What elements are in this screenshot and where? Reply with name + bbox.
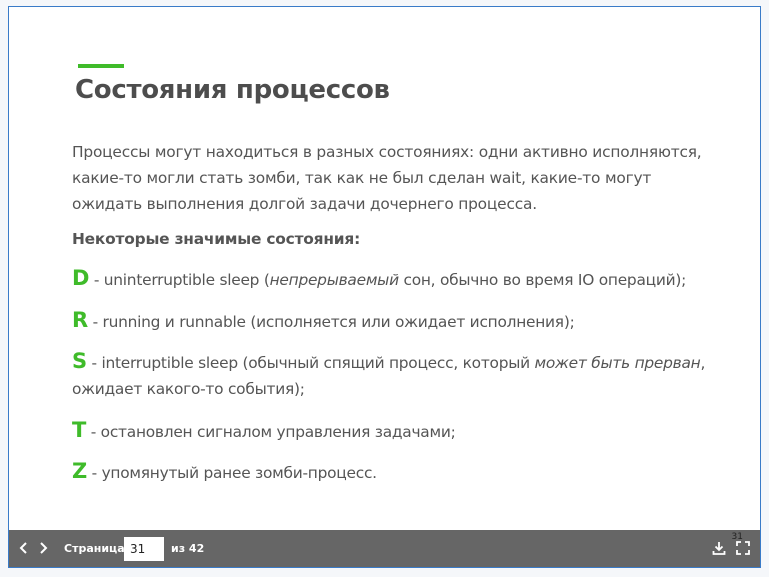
state-text: - uninterruptible sleep ( (89, 271, 270, 289)
state-letter: Z (72, 459, 87, 483)
state-letter: D (72, 266, 90, 290)
download-icon[interactable] (711, 540, 727, 556)
state-z: Z - упомянутый ранее зомби-процесс. (72, 458, 732, 486)
state-t: T - остановлен сигналом управления задач… (72, 417, 732, 445)
state-s: S - interruptible sleep (обычный спящий … (72, 348, 732, 402)
state-italic: может быть прерван (534, 354, 701, 372)
presentation-viewer: Состояния процессов Процессы могут наход… (8, 6, 761, 568)
state-text: - упомянутый ранее зомби-процесс. (86, 464, 377, 482)
slide-title: Состояния процессов (75, 75, 390, 105)
intro-paragraph: Процессы могут находиться в разных состо… (72, 143, 702, 213)
title-accent-line (78, 64, 124, 68)
state-letter: T (72, 418, 87, 442)
state-italic: непрерываемый (269, 271, 400, 289)
state-letter: R (72, 308, 88, 332)
state-letter: S (72, 349, 87, 373)
states-subheading: Некоторые значимые состояния: (72, 230, 361, 248)
slide: Состояния процессов Процессы могут наход… (9, 7, 760, 530)
chevron-left-icon[interactable] (17, 540, 31, 556)
state-d: D - uninterruptible sleep (непрерываемый… (72, 265, 732, 293)
viewer-toolbar: Страница из 42 31 (9, 530, 760, 567)
page-label: Страница (64, 542, 125, 555)
fullscreen-icon[interactable] (735, 540, 751, 556)
page-number-input[interactable] (124, 537, 164, 561)
state-text-end: сон, обычно во время IO операций); (398, 271, 687, 289)
state-text: - остановлен сигналом управления задачам… (86, 423, 456, 441)
page-count: из 42 (171, 542, 205, 555)
state-text: - running и runnable (исполняется или ож… (87, 313, 575, 331)
state-text: - interruptible sleep (обычный спящий пр… (86, 354, 535, 372)
chevron-right-icon[interactable] (36, 540, 50, 556)
state-r: R - running и runnable (исполняется или … (72, 307, 732, 335)
